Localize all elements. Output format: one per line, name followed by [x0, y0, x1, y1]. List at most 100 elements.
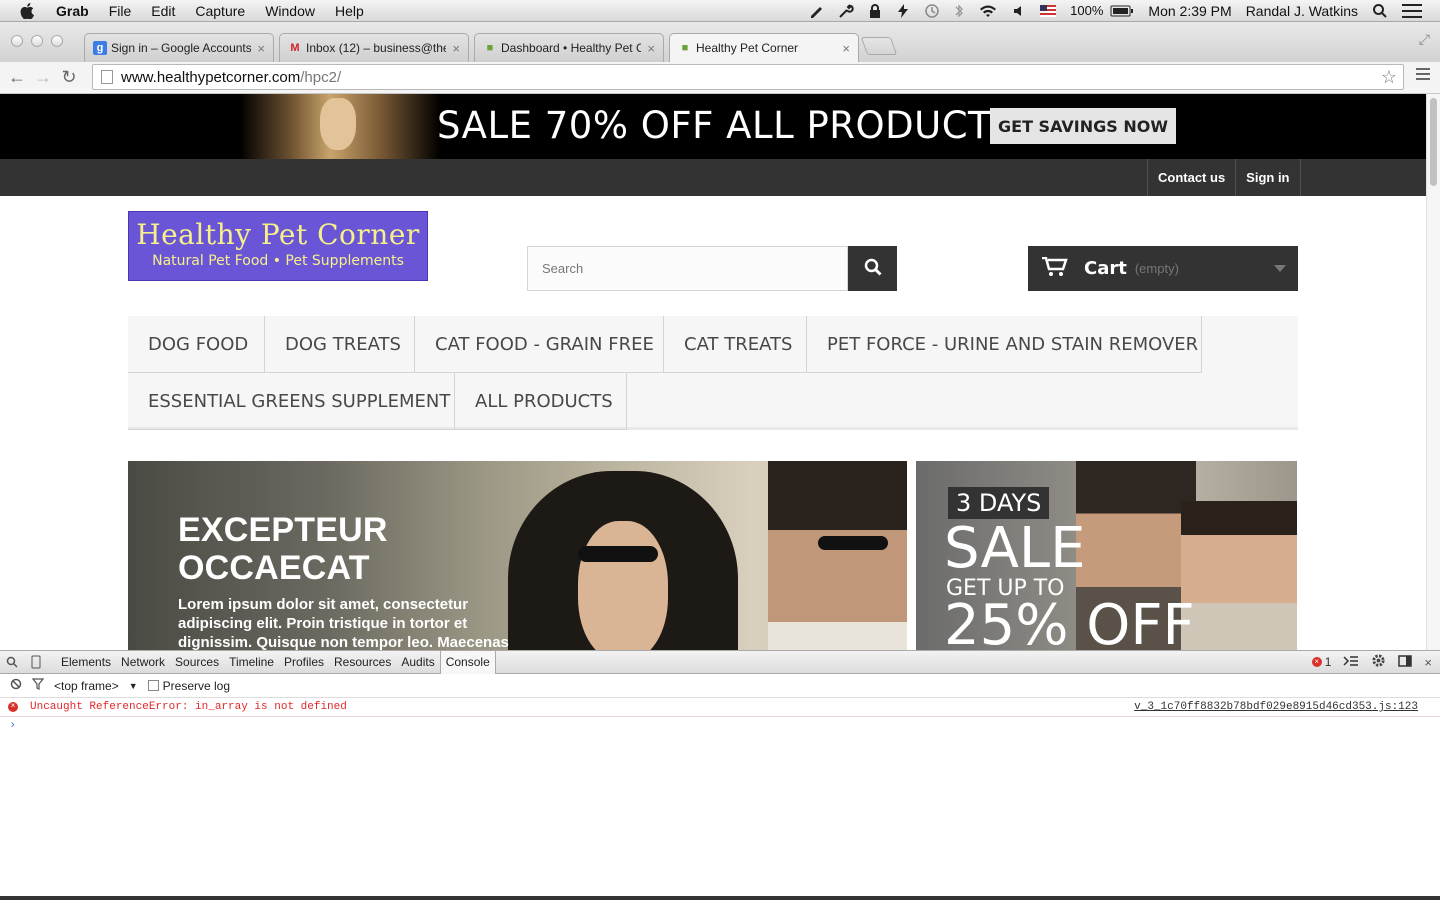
console-drawer-icon[interactable] [1343, 655, 1359, 670]
close-tab-icon[interactable]: × [647, 41, 655, 56]
category-pet-force[interactable]: PET FORCE - URINE AND STAIN REMOVER [807, 316, 1202, 373]
category-all-products[interactable]: ALL PRODUCTS [455, 373, 627, 430]
clock[interactable]: Mon 2:39 PM [1141, 3, 1238, 19]
zoom-window-button[interactable] [51, 35, 63, 47]
category-cat-food-grain-free[interactable]: CAT FOOD - GRAIN FREE [415, 316, 664, 373]
promo-model-image [240, 94, 440, 159]
tab-gmail-inbox[interactable]: M Inbox (12) – business@the × [279, 33, 469, 62]
frame-select[interactable]: <top frame> [54, 679, 119, 693]
chrome-menu-icon[interactable] [1416, 68, 1430, 80]
search-input[interactable] [527, 246, 848, 291]
search-icon [864, 258, 882, 279]
tab-sources[interactable]: Sources [170, 655, 224, 669]
slide-man-image [768, 461, 907, 650]
get-savings-button[interactable]: GET SAVINGS NOW [990, 108, 1176, 144]
tab-elements[interactable]: Elements [56, 655, 116, 669]
promo-banner[interactable]: SALE 70% OFF ALL PRODUCTS GET SAVINGS NO… [0, 94, 1426, 159]
console-prompt[interactable]: › [0, 717, 1440, 733]
close-tab-icon[interactable]: × [257, 41, 265, 56]
lock-status-icon[interactable] [861, 3, 889, 19]
tab-shopify-dashboard[interactable]: ■ Dashboard • Healthy Pet C × [474, 33, 664, 62]
tab-network[interactable]: Network [116, 655, 170, 669]
inspect-search-icon[interactable] [0, 656, 24, 668]
category-dog-food[interactable]: DOG FOOD [128, 316, 265, 373]
slide-heading-line2: OCCAECAT [178, 549, 370, 587]
error-icon: × [8, 702, 18, 712]
error-icon: × [1311, 657, 1322, 667]
back-arrow-icon[interactable]: ← [4, 67, 30, 88]
settings-gear-icon[interactable] [1371, 653, 1386, 671]
preserve-log-checkbox[interactable] [147, 680, 159, 691]
notification-center-icon[interactable] [1395, 3, 1440, 18]
close-tab-icon[interactable]: × [452, 41, 460, 56]
volume-icon[interactable] [1005, 3, 1033, 19]
error-source-link[interactable]: v_3_1c70ff8832b78bdf029e8915d46cd353.js:… [1134, 701, 1418, 713]
banner-discount: 25% OFF [944, 593, 1195, 650]
tab-audits[interactable]: Audits [396, 655, 439, 669]
user-name[interactable]: Randal J. Watkins [1239, 3, 1365, 19]
window-bottom-edge [0, 896, 1440, 900]
sale-banner[interactable]: 3 DAYS SALE GET UP TO 25% OFF [916, 461, 1297, 650]
battery-icon[interactable] [1110, 5, 1141, 17]
address-bar[interactable]: www.healthypetcorner.com/hpc2/ ☆ [92, 64, 1404, 90]
sign-in-link[interactable]: Sign in [1235, 159, 1301, 196]
browser-tab-strip: g Sign in – Google Accounts × M Inbox (1… [0, 22, 1440, 62]
menu-edit[interactable]: Edit [141, 3, 185, 19]
evernote-status-icon[interactable] [801, 3, 831, 19]
tab-profiles[interactable]: Profiles [279, 655, 329, 669]
error-text: Uncaught ReferenceError: in_array is not… [30, 701, 347, 713]
menu-window[interactable]: Window [255, 3, 325, 19]
slide-model-face [578, 521, 668, 650]
tab-title: Sign in – Google Accounts [111, 41, 252, 55]
tab-healthy-pet-corner[interactable]: ■ Healthy Pet Corner × [669, 33, 859, 62]
frame-dropdown-icon[interactable]: ▼ [129, 681, 138, 691]
menu-app-grab[interactable]: Grab [46, 3, 99, 19]
power-status-icon[interactable] [889, 3, 917, 19]
apple-icon[interactable] [18, 2, 36, 20]
filter-icon[interactable] [31, 678, 45, 693]
category-dog-treats[interactable]: DOG TREATS [265, 316, 415, 373]
preserve-log-label: Preserve log [162, 678, 231, 693]
close-tab-icon[interactable]: × [842, 41, 850, 56]
gmail-icon: M [290, 42, 300, 54]
dock-side-icon[interactable] [1398, 654, 1413, 670]
bluetooth-icon[interactable] [947, 3, 971, 19]
spotlight-icon[interactable] [1365, 3, 1395, 19]
tab-title: Dashboard • Healthy Pet C [501, 41, 642, 55]
clear-console-icon[interactable] [10, 678, 22, 693]
cart-button[interactable]: Cart (empty) [1028, 246, 1298, 291]
search-button[interactable] [848, 246, 897, 291]
page-scrollbar[interactable] [1426, 94, 1440, 650]
minimize-window-button[interactable] [31, 35, 43, 47]
menu-file[interactable]: File [99, 3, 142, 19]
battery-percent[interactable]: 100% [1063, 3, 1110, 18]
tab-timeline[interactable]: Timeline [224, 655, 279, 669]
cart-label: Cart [1084, 258, 1127, 279]
tab-google-accounts[interactable]: g Sign in – Google Accounts × [84, 33, 274, 62]
bookmark-star-icon[interactable]: ☆ [1381, 67, 1397, 88]
forward-arrow-icon[interactable]: → [30, 67, 56, 88]
menu-help[interactable]: Help [325, 3, 374, 19]
menu-capture[interactable]: Capture [185, 3, 255, 19]
homepage-slider[interactable]: EXCEPTEUR OCCAECAT Lorem ipsum dolor sit… [128, 461, 907, 650]
tab-resources[interactable]: Resources [329, 655, 396, 669]
fullscreen-icon[interactable]: ⤢ [1419, 31, 1430, 48]
device-mode-icon[interactable] [24, 655, 48, 669]
site-logo[interactable]: Healthy Pet Corner Natural Pet Food • Pe… [128, 211, 428, 281]
wifi-icon[interactable] [971, 3, 1005, 19]
preserve-log-toggle[interactable]: Preserve log [147, 678, 231, 693]
category-essential-greens[interactable]: ESSENTIAL GREENS SUPPLEMENT [128, 373, 455, 430]
new-tab-button[interactable] [860, 37, 898, 55]
tools-status-icon[interactable] [831, 3, 861, 19]
reload-icon[interactable]: ↻ [56, 67, 82, 88]
error-counter[interactable]: × 1 [1311, 655, 1331, 669]
time-machine-icon[interactable] [917, 3, 947, 19]
contact-us-link[interactable]: Contact us [1147, 159, 1235, 196]
us-flag-icon[interactable] [1033, 4, 1063, 17]
close-window-button[interactable] [11, 35, 23, 47]
category-cat-treats[interactable]: CAT TREATS [664, 316, 807, 373]
tab-console[interactable]: Console [439, 650, 496, 674]
scrollbar-thumb[interactable] [1430, 98, 1437, 186]
url-host: www.healthypetcorner.com [121, 68, 301, 86]
close-devtools-icon[interactable]: × [1424, 655, 1432, 670]
